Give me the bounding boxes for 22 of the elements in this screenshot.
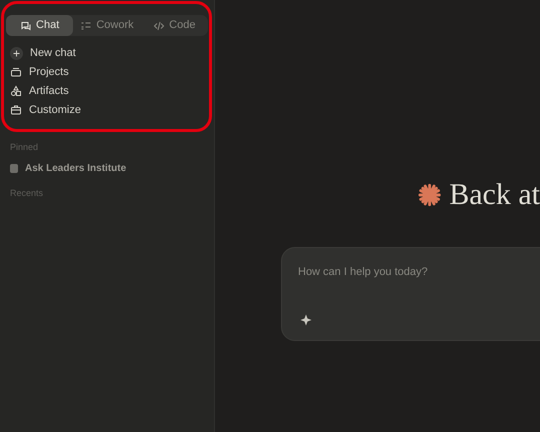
shapes-icon xyxy=(10,85,22,97)
code-icon xyxy=(153,20,166,32)
mode-tab[interactable]: Cowork xyxy=(73,15,141,36)
mode-tab[interactable]: Chat xyxy=(6,15,74,36)
mode-tab[interactable]: Code xyxy=(140,15,208,36)
pinned-item[interactable]: Ask Leaders Institute xyxy=(6,158,208,178)
list-icon xyxy=(80,20,92,32)
message-input[interactable]: How can I help you today? xyxy=(298,264,540,280)
chat-icon xyxy=(20,20,32,32)
section-heading: Pinned xyxy=(9,141,40,154)
nav-item[interactable]: Customize xyxy=(6,101,208,119)
sparkle-icon xyxy=(300,314,312,326)
project-icon xyxy=(10,164,18,173)
nav-item[interactable]: Projects xyxy=(6,63,208,81)
starburst-logo xyxy=(418,182,442,208)
nav-item[interactable]: Artifacts xyxy=(6,82,208,100)
nav-item[interactable]: New chat xyxy=(6,44,208,62)
greeting-heading: Back at xyxy=(449,177,540,213)
plus-icon xyxy=(10,46,23,60)
briefcase-icon xyxy=(10,104,22,116)
box-icon xyxy=(10,66,22,78)
section-heading: Recents xyxy=(9,186,44,200)
